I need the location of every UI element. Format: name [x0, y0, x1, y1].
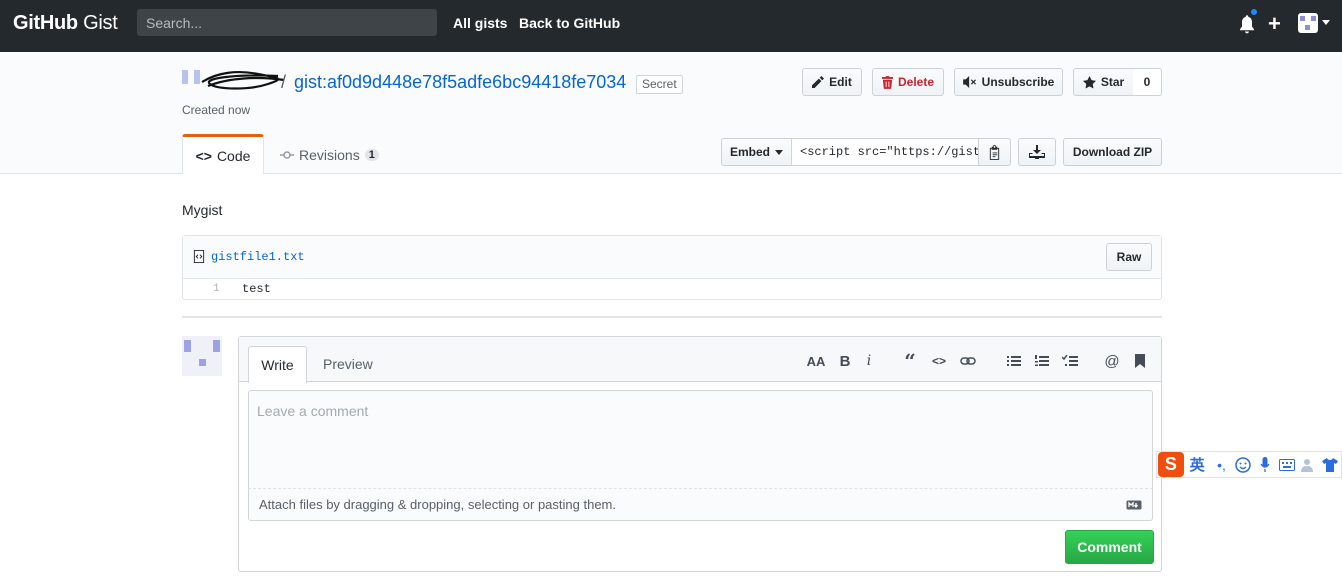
text-size-icon[interactable]: AA — [806, 351, 826, 371]
tab-preview[interactable]: Preview — [323, 356, 373, 372]
top-navbar: GitHub Gist All gists Back to GitHub + — [0, 0, 1342, 52]
user-avatar[interactable] — [1298, 13, 1318, 33]
quote-icon[interactable]: “ — [900, 349, 920, 373]
microphone-icon[interactable] — [1254, 454, 1276, 476]
tab-write[interactable]: Write — [248, 346, 307, 383]
embed-dropdown[interactable]: Embed — [721, 138, 792, 166]
link-icon[interactable] — [958, 351, 978, 371]
edit-button[interactable]: Edit — [802, 68, 862, 96]
unsubscribe-button[interactable]: Unsubscribe — [954, 68, 1063, 96]
gist-description: Mygist — [182, 202, 223, 218]
chevron-down-icon — [775, 149, 783, 155]
search-input[interactable] — [137, 9, 437, 36]
raw-button[interactable]: Raw — [1106, 243, 1152, 271]
copy-to-clipboard-button[interactable] — [978, 138, 1011, 166]
mention-icon[interactable]: @ — [1102, 351, 1122, 371]
file-name-link[interactable]: gistfile1.txt — [211, 250, 305, 264]
attach-files-area[interactable]: Attach files by dragging & dropping, sel… — [248, 489, 1153, 521]
section-divider — [182, 316, 1162, 318]
pencil-icon — [812, 76, 825, 88]
nav-back-to-github[interactable]: Back to GitHub — [519, 15, 620, 31]
redaction-scribble — [201, 71, 285, 90]
code-line: test — [242, 282, 271, 296]
clipboard-icon — [989, 144, 1000, 160]
github-gist-logo[interactable]: GitHub Gist — [13, 12, 118, 35]
notification-indicator — [1250, 8, 1258, 16]
desktop-download-icon — [1029, 145, 1045, 159]
file-container: gistfile1.txt Raw 1 test — [182, 235, 1162, 300]
code-icon: <> — [195, 147, 212, 164]
punctuation-toggle[interactable]: •, — [1211, 454, 1233, 476]
commit-icon — [280, 151, 294, 159]
download-zip-button[interactable]: Download ZIP — [1063, 138, 1162, 166]
chevron-down-icon[interactable] — [1322, 20, 1330, 25]
trash-icon — [881, 75, 893, 89]
emoji-icon[interactable] — [1232, 454, 1254, 476]
open-desktop-button[interactable] — [1018, 138, 1056, 166]
bold-icon[interactable]: B — [835, 351, 855, 371]
comment-textarea[interactable] — [248, 390, 1153, 489]
star-icon — [1082, 75, 1096, 89]
keyboard-icon[interactable] — [1276, 454, 1298, 476]
file-code-icon — [193, 250, 205, 263]
revisions-count: 1 — [364, 149, 379, 161]
bookmark-icon[interactable] — [1130, 351, 1150, 371]
gist-title-link[interactable]: gist:af0d9d448e78f5adfe6bc94418fe7034 — [294, 72, 626, 93]
tshirt-icon[interactable] — [1319, 454, 1341, 476]
numbered-list-icon[interactable] — [1032, 351, 1052, 371]
markdown-icon[interactable] — [1126, 500, 1142, 510]
italic-icon[interactable]: i — [859, 351, 879, 371]
user-skin-icon[interactable] — [1298, 454, 1320, 476]
secret-badge: Secret — [636, 75, 683, 94]
star-button[interactable]: Star — [1073, 68, 1134, 96]
bell-icon[interactable] — [1238, 14, 1256, 34]
ime-toolbar: S 英 •, — [1156, 451, 1342, 478]
comment-form: Write Preview AA B i “ <> @ Attach files… — [238, 336, 1162, 572]
file-header: gistfile1.txt Raw — [183, 236, 1161, 279]
path-separator: / — [281, 72, 287, 92]
created-timestamp: Created now — [182, 103, 251, 117]
code-icon[interactable]: <> — [929, 351, 949, 371]
nav-all-gists[interactable]: All gists — [453, 15, 507, 31]
line-number[interactable]: 1 — [213, 283, 220, 295]
comment-toolbar: Write Preview AA B i “ <> @ — [239, 337, 1161, 383]
star-count[interactable]: 0 — [1133, 68, 1162, 96]
ime-language-toggle[interactable]: 英 — [1190, 454, 1205, 475]
delete-button[interactable]: Delete — [872, 68, 944, 96]
sogou-logo-icon[interactable]: S — [1158, 452, 1184, 477]
bulleted-list-icon[interactable] — [1004, 351, 1024, 371]
task-list-icon[interactable] — [1060, 351, 1080, 371]
tab-code[interactable]: <> Code — [182, 134, 264, 174]
mute-icon — [962, 76, 976, 88]
tab-revisions[interactable]: Revisions 1 — [280, 147, 379, 163]
commenter-avatar[interactable] — [182, 336, 222, 376]
embed-code-field[interactable]: <script src="https://gist. — [791, 138, 979, 166]
plus-icon[interactable]: + — [1268, 11, 1281, 37]
comment-submit-button[interactable]: Comment — [1065, 530, 1154, 564]
